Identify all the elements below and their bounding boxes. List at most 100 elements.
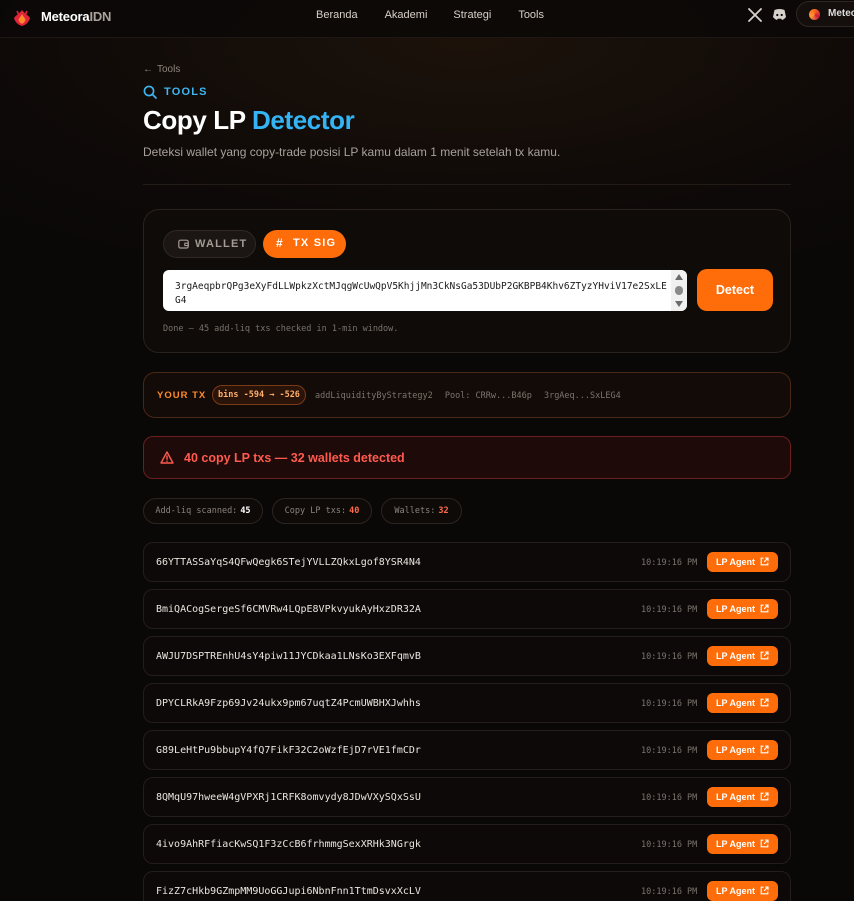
search-icon xyxy=(143,85,157,99)
wallet-address[interactable]: FizZ7cHkb9GZmpMM9UoGGJupi6NbnFnn1TtmDsvx… xyxy=(156,886,421,897)
result-row: 4ivo9AhRFfiacKwSQ1F3zCcB6frhmmgSexXRHk3N… xyxy=(143,824,791,864)
result-time: 10:19:16 PM xyxy=(641,746,698,756)
wallet-address[interactable]: G89LeHtPu9bbupY4fQ7FikF32C2oWzfEjD7rVE1f… xyxy=(156,745,421,756)
wallet-address[interactable]: DPYCLRkA9Fzp69Jv24ukx9pm67uqtZ4PcmUWBHXJ… xyxy=(156,698,421,709)
stat-copy-label: Copy LP txs: xyxy=(284,506,347,516)
your-tx-pool: Pool: CRRw...B46p xyxy=(444,391,532,401)
scan-status: Done — 45 add-liq txs checked in 1-min w… xyxy=(163,324,399,334)
lp-agent-button[interactable]: LP Agent xyxy=(707,834,778,854)
detection-alert: 40 copy LP txs — 32 wallets detected xyxy=(143,436,791,479)
detection-alert-text: 40 copy LP txs — 32 wallets detected xyxy=(184,451,405,465)
external-link-icon xyxy=(760,886,769,895)
page-subtitle: Deteksi wallet yang copy-trade posisi LP… xyxy=(143,145,561,159)
detector-input-card: WALLET # TX SIG 3rgAeqpbrQPg3eXyFdLLWpkz… xyxy=(143,209,791,353)
lp-agent-label: LP Agent xyxy=(716,604,756,614)
x-twitter-icon[interactable] xyxy=(748,8,762,22)
stat-add-liq-scanned: Add-liq scanned: 45 xyxy=(143,498,263,524)
lp-agent-label: LP Agent xyxy=(716,651,756,661)
wallet-address[interactable]: 4ivo9AhRFfiacKwSQ1F3zCcB6frhmmgSexXRHk3N… xyxy=(156,839,421,850)
lp-agent-label: LP Agent xyxy=(716,792,756,802)
external-link-icon xyxy=(760,651,769,660)
wallet-address[interactable]: BmiQACogSergeSf6CMVRw4LQpE8VPkvyukAyHxzD… xyxy=(156,604,421,615)
arrow-left-icon: ← xyxy=(143,64,153,75)
signature-input-value[interactable]: 3rgAeqpbrQPg3eXyFdLLWpkzXctMJqgWcUwQpV5K… xyxy=(175,280,671,308)
meteora-logo-icon[interactable] xyxy=(11,7,33,29)
stat-scanned-value: 45 xyxy=(240,506,251,516)
stat-wallets-value: 32 xyxy=(438,506,449,516)
result-row: BmiQACogSergeSf6CMVRw4LQpE8VPkvyukAyHxzD… xyxy=(143,589,791,629)
your-tx-signature: 3rgAeq...SxLEG4 xyxy=(543,391,621,401)
result-time: 10:19:16 PM xyxy=(641,840,698,850)
external-link-icon xyxy=(760,792,769,801)
lp-agent-button[interactable]: LP Agent xyxy=(707,646,778,666)
lp-agent-label: LP Agent xyxy=(716,698,756,708)
warning-triangle-icon xyxy=(160,451,174,464)
page-title-main: Copy LP xyxy=(143,105,246,135)
lp-agent-label: LP Agent xyxy=(716,557,756,567)
wallet-address[interactable]: 8QMqU97hweeW4gVPXRj1CRFK8omvydy8JDwVXySQ… xyxy=(156,792,421,803)
external-link-icon xyxy=(760,698,769,707)
nav-link-tools[interactable]: Tools xyxy=(518,9,544,21)
detect-button[interactable]: Detect xyxy=(697,269,773,311)
result-row: FizZ7cHkb9GZmpMM9UoGGJupi6NbnFnn1TtmDsvx… xyxy=(143,871,791,901)
scroll-down-icon[interactable] xyxy=(675,301,683,307)
signature-input[interactable]: 3rgAeqpbrQPg3eXyFdLLWpkzXctMJqgWcUwQpV5K… xyxy=(163,270,687,311)
header-divider xyxy=(143,184,791,185)
stat-wallets: Wallets: 32 xyxy=(381,498,462,524)
bins-range-badge: bins -594 → -526 xyxy=(212,385,306,405)
stat-scanned-label: Add-liq scanned: xyxy=(155,506,238,516)
discord-icon[interactable] xyxy=(772,8,787,21)
lp-agent-button[interactable]: LP Agent xyxy=(707,599,778,619)
wallet-address[interactable]: 66YTTASSaYqS4QFwQegk6STejYVLLZQkxLgof8YS… xyxy=(156,557,421,568)
stat-copy-value: 40 xyxy=(349,506,360,516)
result-time: 10:19:16 PM xyxy=(641,652,698,662)
lp-agent-button[interactable]: LP Agent xyxy=(707,787,778,807)
scroll-up-icon[interactable] xyxy=(675,274,683,280)
nav-link-beranda[interactable]: Beranda xyxy=(316,9,358,21)
result-time: 10:19:16 PM xyxy=(641,558,698,568)
your-tx-panel: YOUR TX bins -594 → -526 addLiquidityByS… xyxy=(143,372,791,418)
result-time: 10:19:16 PM xyxy=(641,793,698,803)
your-tx-method: addLiquidityByStrategy2 xyxy=(315,391,433,401)
app-logo-icon xyxy=(809,9,820,20)
section-tag-label: TOOLS xyxy=(164,86,208,98)
lp-agent-button[interactable]: LP Agent xyxy=(707,693,778,713)
nav-link-akademi[interactable]: Akademi xyxy=(385,9,428,21)
brand-main: Meteora xyxy=(41,9,90,24)
launch-app-label: Meteo xyxy=(828,8,854,19)
tab-tx-sig[interactable]: # TX SIG xyxy=(263,230,346,258)
tab-wallet-label: WALLET xyxy=(195,238,248,250)
hash-icon: # xyxy=(276,236,284,250)
wallet-address[interactable]: AWJU7DSPTREnhU4sY4piw11JYCDkaa1LNsKo3EXF… xyxy=(156,651,421,662)
external-link-icon xyxy=(760,604,769,613)
result-time: 10:19:16 PM xyxy=(641,887,698,897)
lp-agent-label: LP Agent xyxy=(716,839,756,849)
external-link-icon xyxy=(760,839,769,848)
result-row: DPYCLRkA9Fzp69Jv24ukx9pm67uqtZ4PcmUWBHXJ… xyxy=(143,683,791,723)
stat-copy-lp-txs: Copy LP txs: 40 xyxy=(272,498,372,524)
brand-name[interactable]: MeteoraIDN xyxy=(41,9,111,24)
result-row: 66YTTASSaYqS4QFwQegk6STejYVLLZQkxLgof8YS… xyxy=(143,542,791,582)
result-time: 10:19:16 PM xyxy=(641,605,698,615)
lp-agent-label: LP Agent xyxy=(716,886,756,896)
back-label: Tools xyxy=(157,64,181,75)
page-title-accent: Detector xyxy=(252,105,355,135)
nav-link-strategi[interactable]: Strategi xyxy=(453,9,491,21)
lp-agent-label: LP Agent xyxy=(716,745,756,755)
signature-input-scrollbar[interactable] xyxy=(671,270,687,311)
lp-agent-button[interactable]: LP Agent xyxy=(707,552,778,572)
brand-suffix: IDN xyxy=(89,9,112,24)
result-time: 10:19:16 PM xyxy=(641,699,698,709)
result-row: AWJU7DSPTREnhU4sY4piw11JYCDkaa1LNsKo3EXF… xyxy=(143,636,791,676)
stat-wallets-label: Wallets: xyxy=(394,506,436,516)
external-link-icon xyxy=(760,745,769,754)
page-title: Copy LP Detector xyxy=(143,105,355,136)
tab-wallet[interactable]: WALLET xyxy=(163,230,256,258)
lp-agent-button[interactable]: LP Agent xyxy=(707,881,778,901)
your-tx-meta: addLiquidityByStrategy2 Pool: CRRw...B46… xyxy=(315,391,628,401)
launch-app-button[interactable]: Meteo xyxy=(796,1,854,27)
lp-agent-button[interactable]: LP Agent xyxy=(707,740,778,760)
result-row: G89LeHtPu9bbupY4fQ7FikF32C2oWzfEjD7rVE1f… xyxy=(143,730,791,770)
scroll-thumb[interactable] xyxy=(675,286,683,295)
back-link[interactable]: ← Tools xyxy=(143,64,180,75)
